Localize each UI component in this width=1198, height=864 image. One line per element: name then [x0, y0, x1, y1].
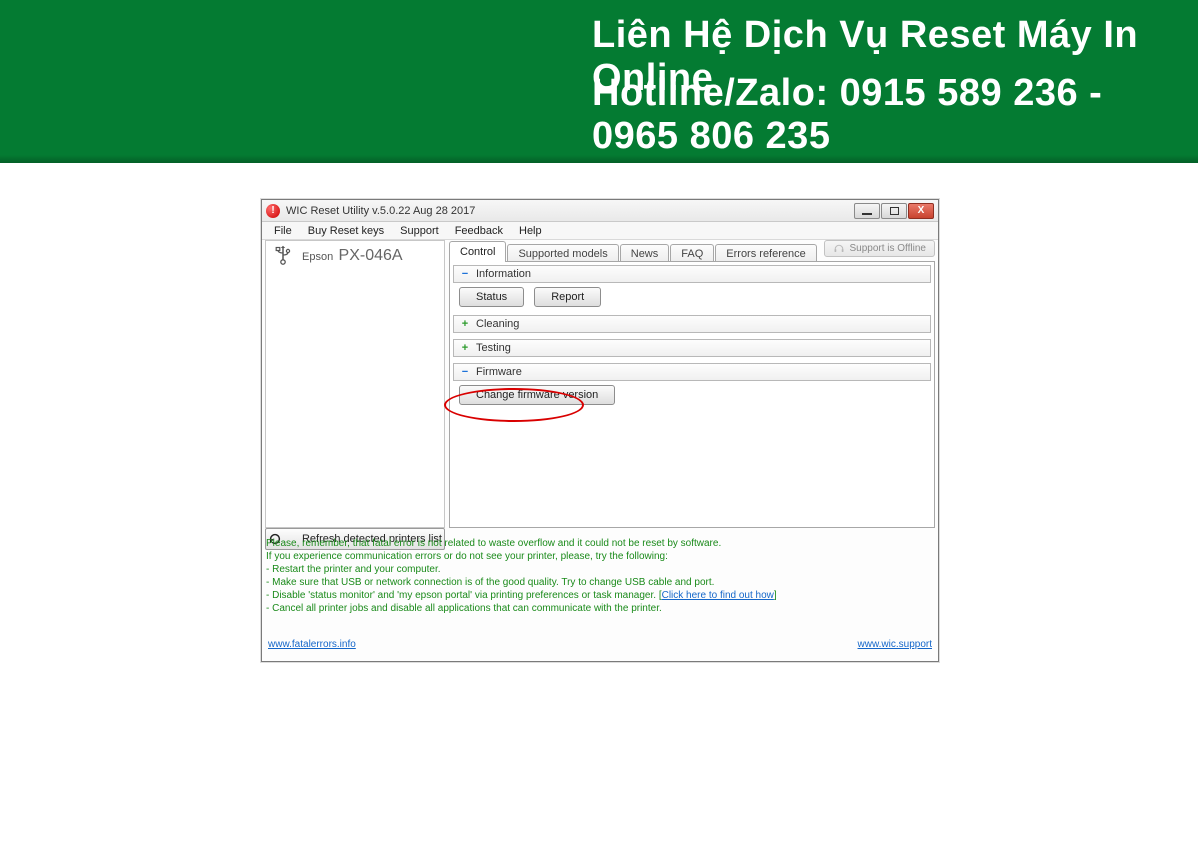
banner-heading-2: Hotline/Zalo: 0915 589 236 - 0965 806 23…: [592, 72, 1198, 158]
menubar: File Buy Reset keys Support Feedback Hel…: [262, 222, 938, 240]
close-button[interactable]: X: [908, 203, 934, 219]
usb-printer-icon: [272, 245, 296, 267]
menu-feedback[interactable]: Feedback: [447, 225, 511, 237]
help-line-1: Please, remember, that fatal error is no…: [266, 537, 934, 550]
printer-brand: Epson: [302, 251, 333, 263]
group-cleaning-header[interactable]: + Cleaning: [453, 315, 931, 333]
headset-icon: [833, 243, 845, 255]
group-firmware-header[interactable]: − Firmware: [453, 363, 931, 381]
help-line-2: If you experience communication errors o…: [266, 550, 934, 563]
tab-faq[interactable]: FAQ: [670, 244, 714, 262]
status-button[interactable]: Status: [459, 287, 524, 307]
footer-link-fatalerrors[interactable]: www.fatalerrors.info: [268, 639, 356, 653]
printer-list-item[interactable]: Epson PX-046A: [266, 241, 444, 271]
menu-file[interactable]: File: [266, 225, 300, 237]
tab-errors-reference[interactable]: Errors reference: [715, 244, 816, 262]
group-information-header[interactable]: − Information: [453, 265, 931, 283]
group-information-title: Information: [476, 268, 531, 280]
support-status-text: Support is Offline: [849, 243, 926, 254]
group-cleaning-title: Cleaning: [476, 318, 519, 330]
expand-icon: +: [460, 318, 470, 330]
report-button[interactable]: Report: [534, 287, 601, 307]
help-line-6: - Cancel all printer jobs and disable al…: [266, 602, 934, 615]
tab-row: Control Supported models News FAQ Errors…: [449, 240, 935, 262]
menu-support[interactable]: Support: [392, 225, 447, 237]
maximize-button[interactable]: [881, 203, 907, 219]
help-text-block: Please, remember, that fatal error is no…: [266, 533, 934, 631]
footer-links: www.fatalerrors.info www.wic.support: [268, 639, 932, 653]
titlebar: ! WIC Reset Utility v.5.0.22 Aug 28 2017…: [262, 200, 938, 222]
tab-content-control: − Information Status Report + Cleaning +…: [449, 261, 935, 528]
collapse-icon: −: [460, 268, 470, 280]
menu-help[interactable]: Help: [511, 225, 550, 237]
window-controls: X: [853, 203, 934, 219]
window-title: WIC Reset Utility v.5.0.22 Aug 28 2017: [286, 205, 853, 217]
group-firmware-title: Firmware: [476, 366, 522, 378]
group-testing-title: Testing: [476, 342, 511, 354]
app-window: ! WIC Reset Utility v.5.0.22 Aug 28 2017…: [261, 199, 939, 662]
printer-model: PX-046A: [339, 247, 403, 264]
footer-link-wic-support[interactable]: www.wic.support: [858, 639, 932, 653]
group-information-body: Status Report: [453, 283, 931, 315]
page-banner: Liên Hệ Dịch Vụ Reset Máy In Online Hotl…: [0, 0, 1198, 163]
change-firmware-button[interactable]: Change firmware version: [459, 385, 615, 405]
app-icon: !: [266, 204, 280, 218]
help-find-out-how-link[interactable]: Click here to find out how: [662, 590, 774, 601]
body-area: Epson PX-046A Refresh detected printers …: [262, 240, 938, 661]
group-firmware-body: Change firmware version: [453, 381, 931, 413]
menu-buy-reset-keys[interactable]: Buy Reset keys: [300, 225, 392, 237]
expand-icon: +: [460, 342, 470, 354]
help-line-3: - Restart the printer and your computer.: [266, 563, 934, 576]
tab-supported-models[interactable]: Supported models: [507, 244, 618, 262]
tab-news[interactable]: News: [620, 244, 670, 262]
minimize-button[interactable]: [854, 203, 880, 219]
tab-control[interactable]: Control: [449, 241, 506, 262]
collapse-icon: −: [460, 366, 470, 378]
help-line-5: - Disable 'status monitor' and 'my epson…: [266, 589, 934, 602]
sidebar-printer-list: Epson PX-046A: [265, 240, 445, 528]
help-line-4: - Make sure that USB or network connecti…: [266, 576, 934, 589]
support-status-badge[interactable]: Support is Offline: [824, 240, 935, 257]
group-testing-header[interactable]: + Testing: [453, 339, 931, 357]
main-panel: Control Supported models News FAQ Errors…: [449, 240, 935, 528]
